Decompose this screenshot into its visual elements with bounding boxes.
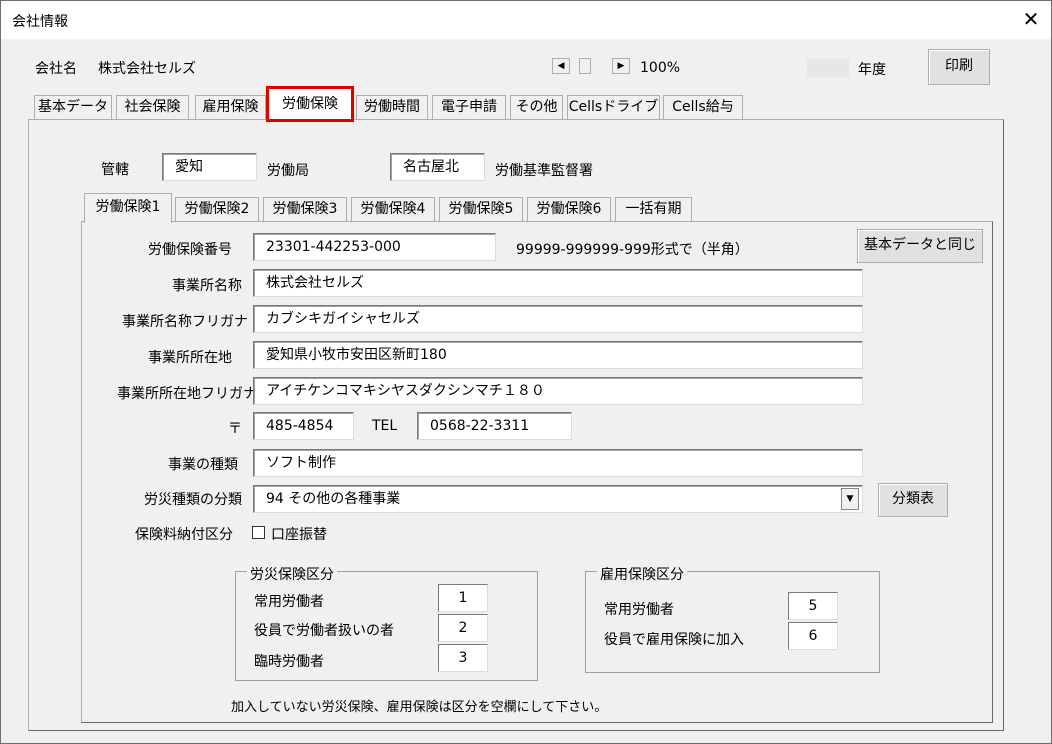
zoom-right-arrow-icon[interactable]: ▶: [612, 58, 630, 74]
business-type-label: 事業の種類: [168, 457, 238, 473]
employment-officers-label: 役員で雇用保険に加入: [604, 632, 744, 648]
close-icon[interactable]: ✕: [1017, 5, 1045, 33]
accident-temporary-workers-label: 臨時労働者: [254, 654, 324, 670]
subtab-labor-insurance-5[interactable]: 労働保険5: [439, 197, 523, 221]
same-as-basic-data-button[interactable]: 基本データと同じ: [857, 229, 983, 263]
insurance-number-hint: 99999-999999-999形式で（半角）: [516, 242, 749, 258]
year-label: 年度: [858, 62, 886, 78]
office-address-kana-input[interactable]: アイチケンコマキシヤスダクシンマチ１８０: [253, 377, 863, 405]
subtab-labor-insurance-6[interactable]: 労働保険6: [527, 197, 611, 221]
postal-code-input[interactable]: 485-4854: [253, 412, 354, 440]
subtab-labor-insurance-1[interactable]: 労働保険1: [84, 193, 172, 223]
office-address-kana-label: 事業所所在地フリガナ: [117, 386, 257, 402]
company-name-value: 株式会社セルズ: [98, 61, 196, 77]
accident-regular-workers-input[interactable]: 1: [438, 584, 488, 612]
employment-officers-input[interactable]: 6: [788, 622, 838, 650]
company-name-label: 会社名: [35, 61, 77, 77]
tab-e-application[interactable]: 電子申請: [432, 95, 506, 119]
tab-labor-insurance[interactable]: 労働保険: [266, 86, 354, 122]
office-name-kana-label: 事業所名称フリガナ: [122, 314, 248, 330]
office-name-input[interactable]: 株式会社セルズ: [253, 269, 863, 297]
prefecture-field[interactable]: 愛知: [162, 153, 257, 181]
zoom-slider-thumb[interactable]: [579, 58, 591, 74]
jurisdiction-label: 管轄: [101, 162, 129, 178]
employment-insurance-group-title: 雇用保険区分: [597, 564, 687, 584]
insurance-number-input[interactable]: 23301-442253-000: [253, 233, 496, 261]
insurance-number-label: 労働保険番号: [148, 242, 232, 258]
company-info-window: 会社情報 ✕ 会社名 株式会社セルズ ◀ ▶ 100% 年度 印刷 基本データ …: [0, 0, 1052, 744]
bank-transfer-label: 口座振替: [271, 527, 327, 543]
accident-class-label: 労災種類の分類: [144, 492, 242, 508]
subtab-lump-sum-fixed-term[interactable]: 一括有期: [615, 197, 692, 221]
employment-regular-workers-input[interactable]: 5: [788, 592, 838, 620]
labor-office-label: 労働基準監督署: [495, 163, 593, 179]
print-button[interactable]: 印刷: [928, 49, 990, 85]
tab-working-hours[interactable]: 労働時間: [356, 95, 428, 119]
zoom-level: 100%: [640, 60, 681, 76]
subtab-labor-insurance-2[interactable]: 労働保険2: [175, 197, 259, 221]
labor-office-field[interactable]: 名古屋北: [390, 153, 485, 181]
accident-temporary-workers-input[interactable]: 3: [438, 644, 488, 672]
subtab-labor-insurance-3[interactable]: 労働保険3: [263, 197, 347, 221]
labor-bureau-label: 労働局: [267, 163, 309, 179]
office-address-input[interactable]: 愛知県小牧市安田区新町180: [253, 341, 863, 369]
office-address-label: 事業所所在地: [148, 350, 232, 366]
tel-input[interactable]: 0568-22-3311: [417, 412, 572, 440]
classification-table-button[interactable]: 分類表: [878, 483, 948, 517]
chevron-down-icon[interactable]: ▼: [841, 488, 859, 510]
tab-social-insurance[interactable]: 社会保険: [116, 95, 189, 119]
tab-cells-payroll[interactable]: Cells給与: [663, 95, 743, 119]
tab-cells-drive[interactable]: Cellsドライブ: [567, 95, 660, 119]
year-value-blurred: [807, 59, 849, 77]
tel-label: TEL: [372, 418, 398, 434]
subtab-labor-insurance-4[interactable]: 労働保険4: [351, 197, 435, 221]
office-name-label: 事業所名称: [172, 278, 242, 294]
tab-basic-data[interactable]: 基本データ: [34, 95, 112, 119]
zoom-left-arrow-icon[interactable]: ◀: [552, 58, 570, 74]
accident-officers-input[interactable]: 2: [438, 614, 488, 642]
footer-note: 加入していない労災保険、雇用保険は区分を空欄にして下さい。: [231, 700, 608, 715]
business-type-input[interactable]: ソフト制作: [253, 449, 863, 477]
employment-regular-workers-label: 常用労働者: [604, 602, 674, 618]
window-title: 会社情報: [12, 14, 68, 30]
payment-category-label: 保険料納付区分: [135, 527, 233, 543]
accident-regular-workers-label: 常用労働者: [254, 594, 324, 610]
tab-other[interactable]: その他: [510, 95, 563, 119]
postal-code-label: 〒: [228, 421, 242, 437]
accident-insurance-group-title: 労災保険区分: [247, 564, 337, 584]
accident-class-select[interactable]: 94 その他の各種事業: [253, 485, 863, 513]
office-name-kana-input[interactable]: カブシキガイシャセルズ: [253, 305, 863, 333]
bank-transfer-checkbox[interactable]: [252, 526, 265, 539]
title-bar: 会社情報 ✕: [1, 1, 1051, 39]
accident-officers-label: 役員で労働者扱いの者: [254, 623, 394, 639]
tab-employment-insurance[interactable]: 雇用保険: [195, 95, 266, 119]
